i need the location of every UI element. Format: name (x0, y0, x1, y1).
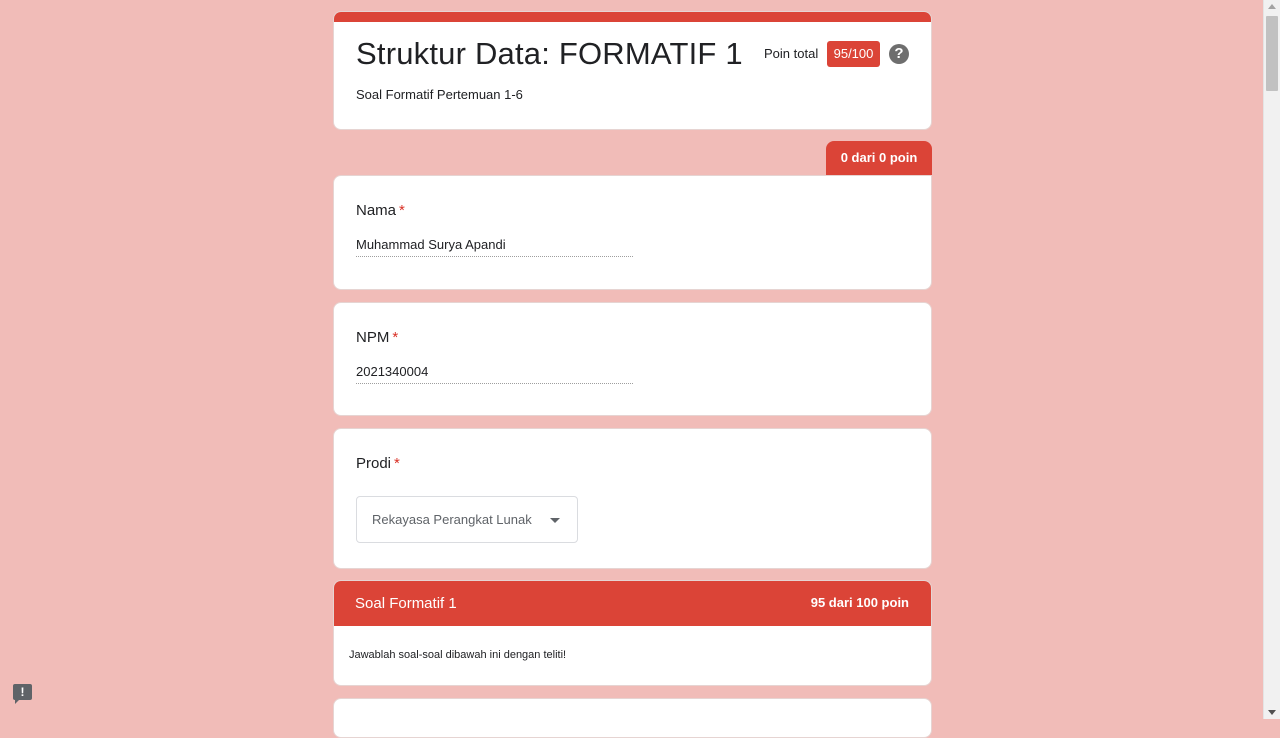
prodi-select[interactable]: Rekayasa Perangkat Lunak (356, 496, 578, 543)
required-mark: * (399, 202, 405, 219)
question-label: NPM * (356, 329, 398, 346)
help-icon[interactable]: ? (889, 44, 909, 64)
page-scrollbar[interactable] (1263, 0, 1280, 719)
answer-nama: Muhammad Surya Apandi (356, 237, 633, 257)
dropdown-arrow-icon (550, 518, 560, 523)
required-mark: * (394, 455, 400, 472)
question-label-text: NPM (356, 329, 390, 346)
section-title: Soal Formatif 1 (355, 595, 457, 612)
answer-npm: 2021340004 (356, 364, 633, 384)
section-description: Jawablah soal-soal dibawah ini dengan te… (349, 649, 567, 661)
prodi-selected-value: Rekayasa Perangkat Lunak (372, 512, 532, 527)
section-score: 95 dari 100 poin (810, 595, 909, 610)
scroll-up-arrow-icon[interactable] (1268, 4, 1276, 9)
question-card-nama: Nama * Muhammad Surya Apandi (333, 175, 932, 290)
required-mark: * (392, 329, 399, 346)
total-points-badge: 95/100 (827, 41, 880, 67)
question-score-tab: 0 dari 0 poin (826, 141, 932, 177)
question-card-prodi: Prodi * Rekayasa Perangkat Lunak (333, 428, 932, 569)
header-accent-bar (334, 12, 931, 22)
question-card-npm: NPM * 2021340004 (333, 302, 932, 416)
question-card-next (333, 698, 932, 738)
form-title: Struktur Data: FORMATIF 1 (356, 36, 743, 71)
total-points-label: Poin total (764, 46, 819, 61)
question-label: Nama * (356, 202, 405, 219)
question-label: Prodi * (356, 455, 400, 472)
form-header-card: Struktur Data: FORMATIF 1 Soal Formatif … (333, 11, 932, 130)
feedback-icon[interactable]: ! (13, 684, 32, 704)
scroll-down-arrow-icon[interactable] (1268, 710, 1276, 715)
question-label-text: Nama (356, 202, 397, 219)
section-header: Soal Formatif 1 95 dari 100 poin (334, 581, 931, 626)
form-description: Soal Formatif Pertemuan 1-6 (356, 87, 523, 102)
section-card: Soal Formatif 1 95 dari 100 poin Jawabla… (333, 580, 932, 686)
scroll-thumb[interactable] (1266, 16, 1278, 91)
question-label-text: Prodi (356, 455, 392, 472)
